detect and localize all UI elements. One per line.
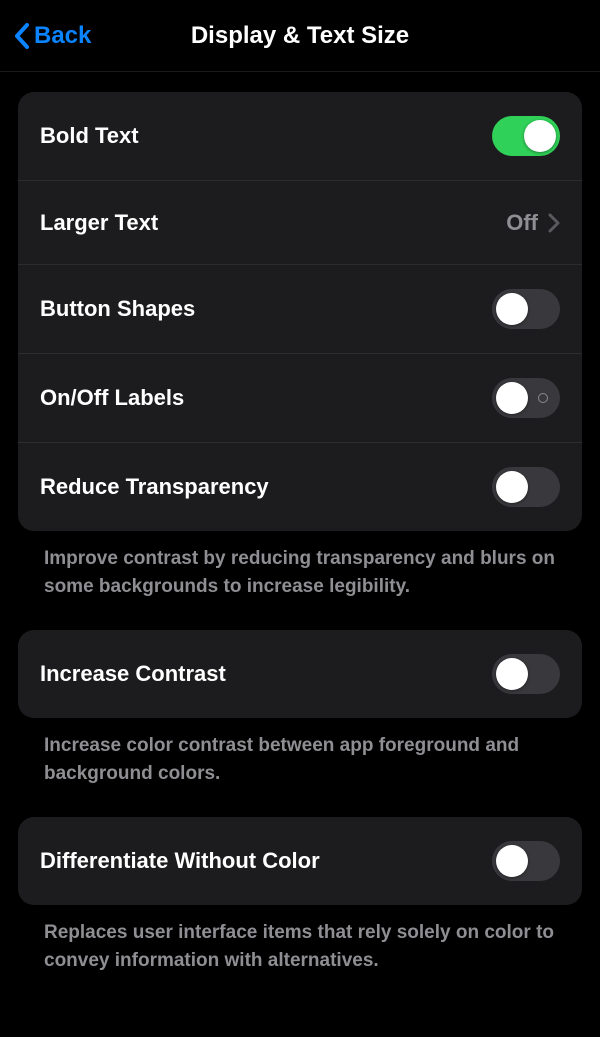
settings-content: Bold Text Larger Text Off Button Shapes … bbox=[0, 72, 600, 974]
row-increase-contrast: Increase Contrast bbox=[18, 630, 582, 718]
toggle-on-off-labels[interactable] bbox=[492, 378, 560, 418]
value-larger-text: Off bbox=[506, 210, 538, 236]
back-button[interactable]: Back bbox=[14, 22, 91, 50]
toggle-button-shapes[interactable] bbox=[492, 289, 560, 329]
settings-group-text: Bold Text Larger Text Off Button Shapes … bbox=[18, 92, 582, 531]
label-reduce-transparency: Reduce Transparency bbox=[40, 474, 269, 500]
footer-reduce-transparency: Improve contrast by reducing transparenc… bbox=[18, 531, 582, 600]
row-button-shapes: Button Shapes bbox=[18, 264, 582, 353]
row-on-off-labels: On/Off Labels bbox=[18, 353, 582, 442]
toggle-knob bbox=[524, 120, 556, 152]
toggle-knob bbox=[496, 293, 528, 325]
chevron-right-icon bbox=[548, 213, 560, 233]
label-larger-text: Larger Text bbox=[40, 210, 158, 236]
off-indicator-icon bbox=[538, 393, 548, 403]
chevron-left-icon bbox=[14, 23, 30, 49]
label-differentiate: Differentiate Without Color bbox=[40, 848, 320, 874]
footer-differentiate: Replaces user interface items that rely … bbox=[18, 905, 582, 974]
row-larger-text[interactable]: Larger Text Off bbox=[18, 180, 582, 264]
toggle-knob bbox=[496, 471, 528, 503]
footer-increase-contrast: Increase color contrast between app fore… bbox=[18, 718, 582, 787]
toggle-reduce-transparency[interactable] bbox=[492, 467, 560, 507]
row-detail: Off bbox=[506, 210, 560, 236]
page-title: Display & Text Size bbox=[191, 22, 409, 50]
row-reduce-transparency: Reduce Transparency bbox=[18, 442, 582, 531]
toggle-bold-text[interactable] bbox=[492, 116, 560, 156]
navigation-bar: Back Display & Text Size bbox=[0, 0, 600, 72]
toggle-knob bbox=[496, 382, 528, 414]
settings-group-differentiate: Differentiate Without Color bbox=[18, 817, 582, 905]
row-differentiate: Differentiate Without Color bbox=[18, 817, 582, 905]
settings-group-contrast: Increase Contrast bbox=[18, 630, 582, 718]
label-button-shapes: Button Shapes bbox=[40, 296, 195, 322]
toggle-knob bbox=[496, 845, 528, 877]
label-increase-contrast: Increase Contrast bbox=[40, 661, 226, 687]
toggle-increase-contrast[interactable] bbox=[492, 654, 560, 694]
row-bold-text: Bold Text bbox=[18, 92, 582, 180]
toggle-differentiate[interactable] bbox=[492, 841, 560, 881]
back-label: Back bbox=[34, 22, 91, 50]
label-on-off-labels: On/Off Labels bbox=[40, 385, 184, 411]
label-bold-text: Bold Text bbox=[40, 123, 139, 149]
toggle-knob bbox=[496, 658, 528, 690]
